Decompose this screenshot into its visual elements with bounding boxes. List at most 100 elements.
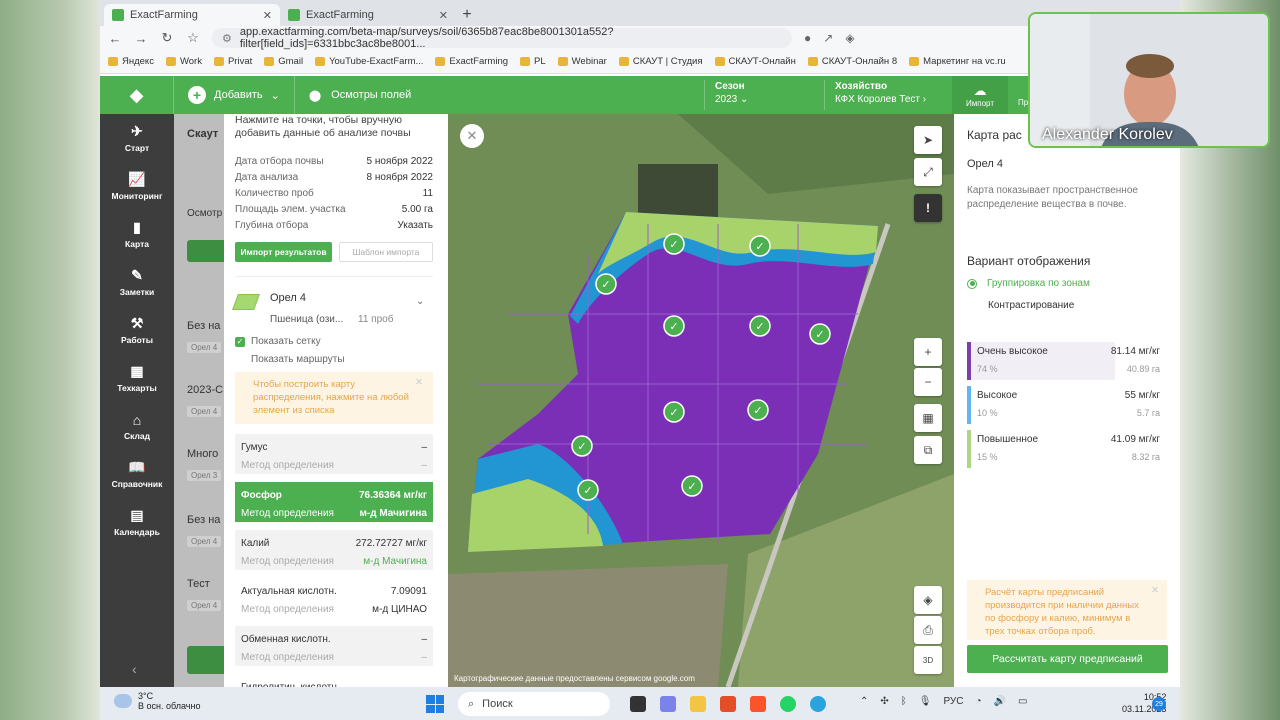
show-routes-checkbox[interactable]: Показать маршруты	[235, 354, 345, 365]
list-item-title[interactable]: Много	[187, 448, 218, 460]
language-indicator[interactable]: РУС	[943, 696, 963, 707]
sidebar-item[interactable]: ✈ Старт	[100, 114, 174, 162]
tab-exactfarming-2[interactable]: ExactFarming ✕	[280, 4, 456, 26]
bookmark-item[interactable]: ExactFarming	[435, 56, 508, 67]
app-icon[interactable]	[720, 696, 736, 712]
sidebar-item[interactable]: ✎ Заметки	[100, 258, 174, 306]
indicator-item[interactable]: Обменная кислотн. – Метод определения –	[235, 626, 433, 666]
satellite-map[interactable]: ✓ ✓ ✓ ✓ ✓ ✓ ✓ ✓ ✓ ✓ ✓	[448, 114, 954, 687]
sample-point[interactable]: ✓	[809, 323, 831, 345]
close-icon[interactable]: ✕	[415, 376, 423, 389]
telegram-icon[interactable]	[810, 696, 826, 712]
bookmark-item[interactable]: PL	[520, 56, 546, 67]
indicator-item[interactable]: Актуальная кислотн. 7.09091 Метод определе…	[235, 578, 433, 618]
sample-point[interactable]: ✓	[747, 399, 769, 421]
indicator-item[interactable]: Калий 272.72727 мг/кг Метод определения м-д…	[235, 530, 433, 570]
list-item-title[interactable]: Без на	[187, 320, 220, 332]
list-item-title[interactable]: Без на	[187, 514, 220, 526]
site-info-icon[interactable]: ⚙	[222, 32, 232, 45]
add-button[interactable]: + Добавить ⌄	[174, 76, 295, 114]
bookmark-item[interactable]: СКАУТ-Онлайн	[714, 56, 796, 67]
task-view-icon[interactable]	[630, 696, 646, 712]
sidebar-item[interactable]: ⚒ Работы	[100, 306, 174, 354]
explorer-icon[interactable]	[690, 696, 706, 712]
bookmark-icon[interactable]: ☆	[186, 30, 200, 46]
sample-point[interactable]: ✓	[749, 315, 771, 337]
url-bar[interactable]: ⚙ app.exactfarming.com/beta-map/surveys/s…	[212, 26, 792, 50]
forward-icon[interactable]: →	[134, 31, 148, 46]
chevron-up-icon[interactable]: ⌃	[860, 696, 868, 707]
zone-row[interactable]: Очень высокое 74 % 81.14 мг/кг 40.89 га	[967, 342, 1160, 380]
layers-icon[interactable]: ◈	[914, 586, 942, 614]
zoom-in-icon[interactable]: +	[914, 338, 942, 366]
import-results-button[interactable]: Импорт результатов	[235, 242, 332, 262]
weather-widget[interactable]: 3°C В осн. облачно	[114, 691, 200, 711]
shield-icon[interactable]: ◈	[845, 31, 854, 45]
sidebar-item[interactable]: ▮ Карта	[100, 210, 174, 258]
layers-compare-icon[interactable]: ⧉	[914, 436, 942, 464]
new-tab-icon[interactable]: +	[456, 4, 478, 26]
bookmark-item[interactable]: СКАУТ-Онлайн 8	[807, 56, 897, 67]
bookmark-item[interactable]: Webinar	[557, 56, 607, 67]
close-icon[interactable]: ✕	[1151, 584, 1159, 597]
specify-link[interactable]: Указать	[397, 220, 433, 231]
zoom-out-icon[interactable]: −	[914, 368, 942, 396]
more-label[interactable]: Пр	[1018, 98, 1028, 107]
bookmark-item[interactable]: Маркетинг на vc.ru	[909, 56, 1006, 67]
bookmark-item[interactable]: YouTube-ExactFarm...	[315, 56, 423, 67]
collapse-icon[interactable]: ‹	[132, 661, 137, 677]
view-3d-icon[interactable]: 3D	[914, 646, 942, 674]
sample-point[interactable]: ✓	[663, 315, 685, 337]
close-icon[interactable]: ✕	[439, 9, 448, 22]
reload-icon[interactable]: ↻	[160, 30, 174, 46]
farm-selector[interactable]: Хозяйство КФХ Королев Тест ›	[824, 80, 950, 110]
indicator-item[interactable]: Гидролитич. кислотн.	[235, 674, 433, 687]
sample-point[interactable]: ✓	[571, 435, 593, 457]
sample-point[interactable]: ✓	[681, 475, 703, 497]
sidebar-item[interactable]: ▦ Техкарты	[100, 354, 174, 402]
import-template-button[interactable]: Шаблон импорта	[339, 242, 433, 262]
bookmark-item[interactable]: Privat	[213, 56, 252, 67]
zone-row[interactable]: Повышенное 15 % 41.09 мг/кг 8.32 га	[967, 430, 1160, 468]
show-grid-checkbox[interactable]: ✓ Показать сетку	[235, 336, 321, 347]
bookmark-item[interactable]: Яндекс	[108, 56, 154, 67]
bookmark-item[interactable]: Work	[165, 56, 202, 67]
volume-icon[interactable]: 🔊	[994, 696, 1006, 707]
sidebar-item[interactable]: 📈 Мониторинг	[100, 162, 174, 210]
season-selector[interactable]: Сезон 2023 ⌄	[704, 80, 748, 110]
close-map-icon[interactable]: ✕	[460, 124, 484, 148]
bookmark-item[interactable]: Gmail	[264, 56, 303, 67]
alert-icon[interactable]: !	[914, 194, 942, 222]
sample-point[interactable]: ✓	[577, 479, 599, 501]
sidebar-item[interactable]: ⌂ Склад	[100, 402, 174, 450]
whatsapp-icon[interactable]	[780, 696, 796, 712]
locate-icon[interactable]: ➤	[914, 126, 942, 154]
list-item-title[interactable]: Тест	[187, 578, 210, 590]
indicator-item[interactable]: Гумус – Метод определения –	[235, 434, 433, 474]
windows-start-icon[interactable]	[426, 695, 444, 713]
back-icon[interactable]: ←	[108, 31, 122, 46]
list-import-button[interactable]	[187, 240, 224, 262]
sample-point[interactable]: ✓	[663, 233, 685, 255]
sample-point[interactable]: ✓	[749, 235, 771, 257]
radio-contrast[interactable]: Контрастирование	[988, 300, 1074, 311]
share-icon[interactable]: ↗	[823, 31, 833, 45]
wifi-icon[interactable]: ◔	[976, 696, 982, 707]
sidebar-item[interactable]: 📖 Справочник	[100, 450, 174, 498]
list-create-button[interactable]	[187, 646, 224, 674]
close-icon[interactable]: ✕	[263, 9, 272, 22]
battery-icon[interactable]: ▭	[1018, 696, 1027, 707]
app-tray-icon[interactable]: ✣	[880, 696, 888, 707]
fullscreen-icon[interactable]: ⤢	[914, 158, 942, 186]
location-icon[interactable]: ●	[804, 31, 811, 45]
logo-icon[interactable]: ◆	[100, 76, 174, 114]
print-icon[interactable]: ⎙	[914, 616, 942, 644]
sample-point[interactable]: ✓	[595, 273, 617, 295]
calculate-prescription-button[interactable]: Рассчитать карту предписаний	[967, 645, 1168, 673]
bookmark-item[interactable]: СКАУТ | Студия	[618, 56, 703, 67]
chevron-down-icon[interactable]: ⌄	[416, 296, 424, 307]
inspections-button[interactable]: ⬤ Осмотры полей	[295, 89, 425, 102]
brave-icon[interactable]	[750, 696, 766, 712]
sidebar-item[interactable]: ▤ Календарь	[100, 498, 174, 546]
import-button[interactable]: ☁ Импорт	[952, 76, 1008, 114]
